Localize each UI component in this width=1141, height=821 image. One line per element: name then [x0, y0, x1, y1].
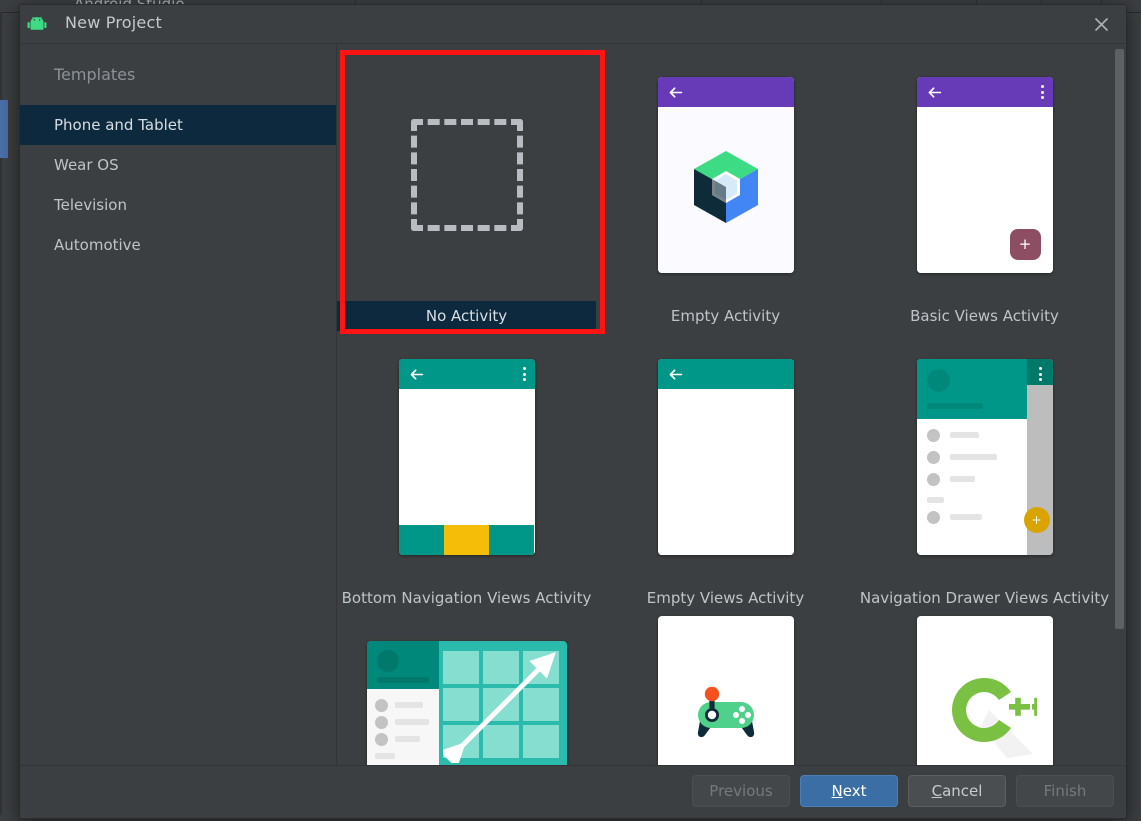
sidebar-item-label: Television — [54, 196, 127, 214]
template-card-label: Bottom Navigation Views Activity — [341, 589, 592, 607]
previous-button-label: Previous — [709, 782, 773, 800]
dialog-footer: Previous Next Cancel Finish — [20, 765, 1126, 818]
android-icon — [27, 16, 47, 32]
next-button[interactable]: Next — [800, 775, 898, 807]
template-card-responsive-views-activity[interactable] — [337, 613, 596, 767]
background-tool-accent — [0, 100, 8, 158]
template-card-label: Empty Activity — [670, 307, 781, 325]
finish-button-label: Finish — [1043, 782, 1087, 800]
back-arrow-icon — [667, 366, 684, 383]
template-card-label: No Activity — [337, 301, 596, 331]
template-card-label: Empty Views Activity — [646, 589, 805, 607]
sidebar-item-wear-os[interactable]: Wear OS — [20, 145, 336, 185]
templates-sidebar: Templates Phone and Tablet Wear OS Telev… — [20, 44, 337, 767]
template-card-native-cpp[interactable] — [855, 613, 1114, 767]
template-card-basic-views-activity[interactable]: + Basic Views Activity — [855, 49, 1114, 331]
template-card-bottom-navigation-views-activity[interactable]: Bottom Navigation Views Activity — [337, 331, 596, 613]
responsive-grid-icon — [442, 651, 561, 767]
template-row — [337, 613, 1126, 767]
templates-scrollbar[interactable] — [1113, 44, 1126, 767]
template-thumbnail — [596, 49, 855, 301]
back-arrow-icon — [667, 84, 684, 101]
floating-action-button-icon: + — [1023, 507, 1050, 533]
template-card-no-activity[interactable]: No Activity — [337, 49, 605, 334]
template-thumbnail — [596, 331, 855, 583]
dialog-title: New Project — [65, 13, 162, 32]
new-project-dialog: New Project Templates Phone and Tablet W… — [19, 4, 1127, 819]
sidebar-header: Templates — [54, 65, 136, 84]
sidebar-item-television[interactable]: Television — [20, 185, 336, 225]
cancel-button-label: Cancel — [931, 782, 983, 800]
bottom-navigation-bar — [398, 525, 535, 555]
template-grid: No Activity Empty Activity + Basic Views… — [337, 44, 1126, 767]
cancel-button[interactable]: Cancel — [908, 775, 1006, 807]
overflow-menu-icon — [1038, 367, 1042, 381]
dialog-titlebar: New Project — [20, 5, 1126, 43]
previous-button[interactable]: Previous — [692, 775, 790, 807]
sidebar-item-label: Phone and Tablet — [54, 116, 183, 134]
template-card-label: Basic Views Activity — [910, 307, 1059, 325]
template-thumbnail — [596, 613, 855, 767]
back-arrow-icon — [926, 84, 943, 101]
next-button-label: Next — [831, 782, 867, 800]
jetpack-compose-icon — [690, 149, 762, 231]
template-row: No Activity Empty Activity + Basic Views… — [337, 49, 1126, 334]
template-thumbnail — [337, 331, 596, 583]
sidebar-item-label: Wear OS — [54, 156, 119, 174]
back-arrow-icon — [408, 366, 425, 383]
sidebar-item-automotive[interactable]: Automotive — [20, 225, 336, 265]
scrollbar-thumb[interactable] — [1115, 49, 1124, 629]
cpp-logo-icon — [933, 666, 1050, 762]
template-thumbnail: + — [855, 331, 1114, 583]
dashed-placeholder-icon — [410, 119, 523, 231]
dialog-body: Templates Phone and Tablet Wear OS Telev… — [20, 43, 1126, 767]
close-icon[interactable] — [1078, 5, 1124, 43]
overflow-menu-icon — [522, 367, 526, 381]
sidebar-item-label: Automotive — [54, 236, 141, 254]
game-controller-icon — [688, 684, 764, 744]
template-card-navigation-drawer-views-activity[interactable]: + Navigation Drawer Views Activity — [855, 331, 1114, 613]
template-card-label: Navigation Drawer Views Activity — [859, 589, 1110, 607]
floating-action-button-icon: + — [1009, 229, 1041, 260]
template-card-empty-views-activity[interactable]: Empty Views Activity — [596, 331, 855, 613]
template-thumbnail — [855, 613, 1114, 767]
template-card-empty-activity[interactable]: Empty Activity — [596, 49, 855, 331]
template-card-game-activity[interactable] — [596, 613, 855, 767]
template-thumbnail — [337, 613, 596, 767]
finish-button[interactable]: Finish — [1016, 775, 1114, 807]
overflow-menu-icon — [1040, 85, 1044, 99]
drawer-header — [916, 359, 1027, 419]
template-thumbnail — [337, 49, 596, 301]
template-thumbnail: + — [855, 49, 1114, 301]
template-row: Bottom Navigation Views Activity Empty V… — [337, 331, 1126, 613]
drawer-header — [366, 641, 439, 689]
sidebar-item-phone-and-tablet[interactable]: Phone and Tablet — [20, 105, 336, 145]
screen: Android Studio New Project — [0, 0, 1141, 821]
